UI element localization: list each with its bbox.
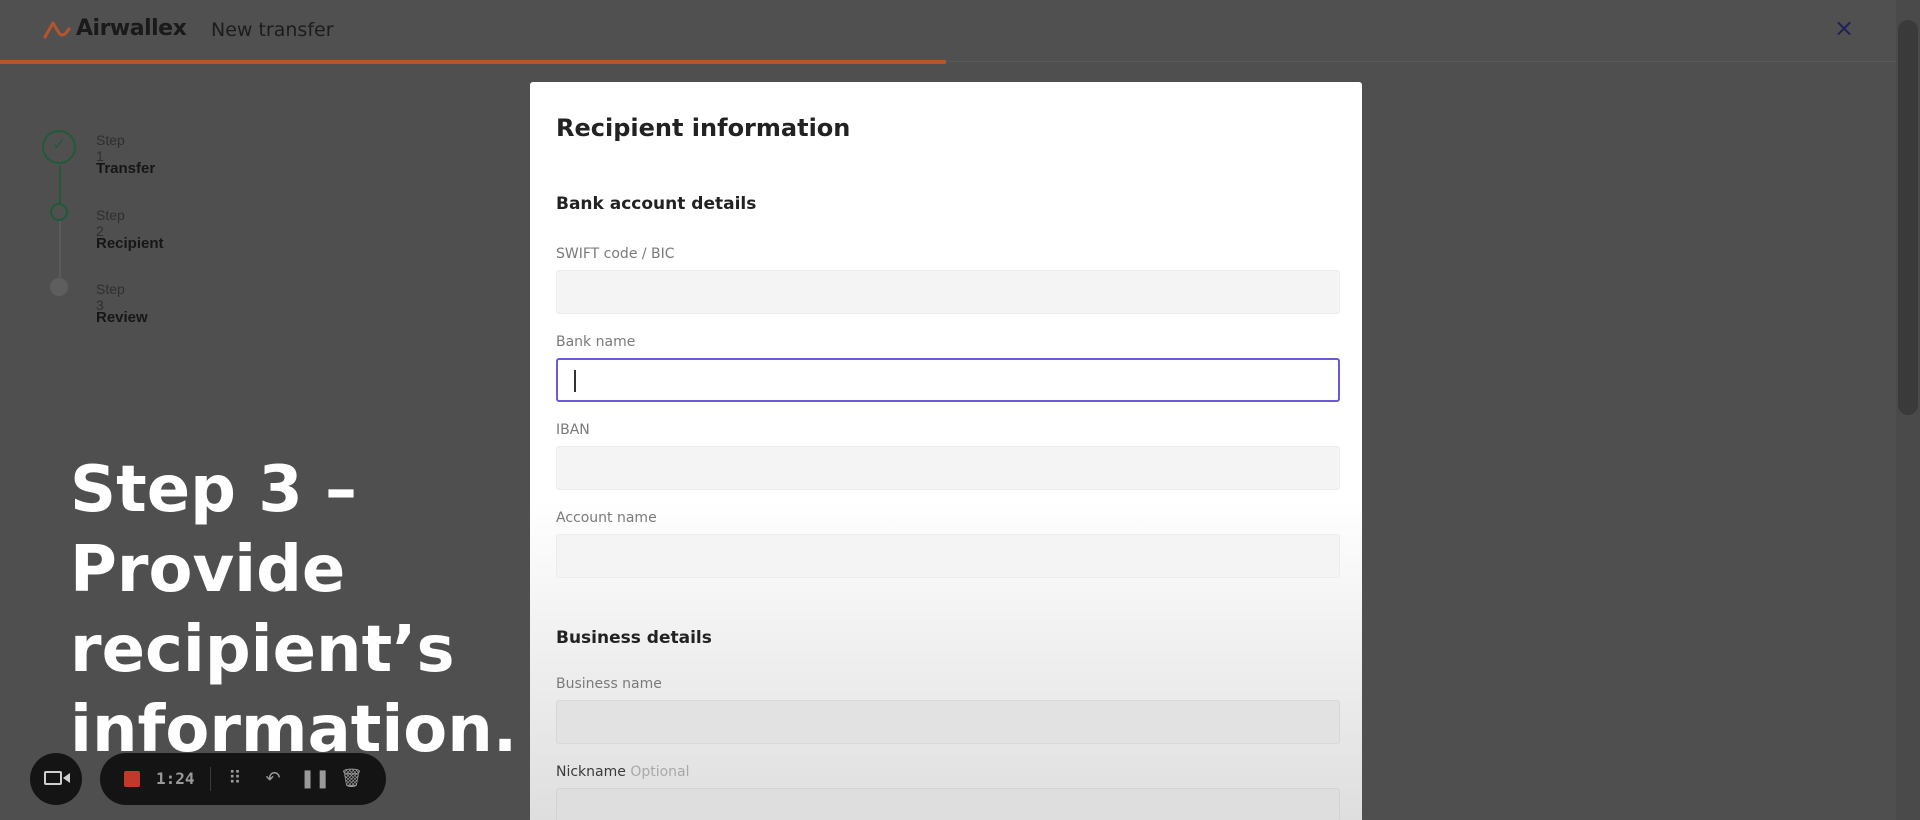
camera-button[interactable] — [30, 753, 82, 805]
check-icon: ✓ — [52, 135, 67, 155]
step-current-indicator — [50, 203, 68, 221]
modal-title: Recipient information — [556, 114, 851, 142]
nickname-input[interactable] — [556, 788, 1340, 820]
step-complete-indicator: ✓ — [42, 130, 76, 164]
page-title: New transfer — [211, 19, 334, 41]
caption-line: Step 3 – — [70, 453, 357, 527]
optional-hint: Optional — [630, 764, 690, 780]
scrollbar[interactable] — [1896, 0, 1920, 820]
airwallex-logo-icon — [43, 21, 71, 38]
account-name-input[interactable] — [556, 534, 1340, 578]
top-bar: Airwallex New transfer × — [0, 0, 1896, 62]
swift-input[interactable] — [556, 270, 1340, 314]
iban-label: IBAN — [556, 422, 590, 438]
pause-icon[interactable]: ❚❚ — [300, 767, 330, 791]
nickname-label: Nickname Optional — [556, 764, 690, 780]
caption-line: Provide — [70, 533, 346, 607]
undo-icon[interactable]: ↶ — [262, 767, 284, 791]
swift-label: SWIFT code / BIC — [556, 246, 675, 262]
brand-name: Airwallex — [76, 16, 187, 41]
close-icon[interactable]: × — [1832, 16, 1856, 40]
camera-lens-icon — [63, 773, 70, 783]
recorder-toolbar: 1:24 ⠿ ↶ ❚❚ 🗑 — [100, 753, 386, 805]
account-name-label: Account name — [556, 510, 657, 526]
bank-name-input[interactable] — [556, 358, 1340, 402]
trash-icon[interactable]: 🗑 — [340, 767, 363, 791]
business-section-title: Business details — [556, 628, 712, 648]
business-name-input[interactable] — [556, 700, 1340, 744]
step-name: Transfer — [96, 160, 156, 177]
tutorial-caption: Step 3 – Provide recipient’s information… — [70, 450, 517, 770]
grid-icon[interactable]: ⠿ — [224, 767, 246, 791]
business-name-label: Business name — [556, 676, 662, 692]
step-connector — [59, 221, 61, 278]
nickname-label-text: Nickname — [556, 764, 626, 780]
bank-section-title: Bank account details — [556, 194, 757, 214]
recipient-modal: Recipient information Bank account detai… — [530, 82, 1362, 820]
airwallex-logo[interactable]: Airwallex — [42, 16, 187, 41]
stop-icon[interactable] — [124, 771, 140, 787]
step-name: Review — [96, 309, 148, 326]
step-upcoming-indicator — [50, 278, 68, 296]
camera-icon — [44, 771, 62, 785]
scrollbar-thumb[interactable] — [1898, 20, 1918, 415]
step-connector — [59, 166, 61, 204]
recording-time: 1:24 — [156, 769, 195, 788]
divider — [210, 767, 211, 791]
text-caret — [574, 370, 576, 392]
step-name: Recipient — [96, 235, 164, 252]
bank-name-label: Bank name — [556, 334, 636, 350]
caption-line: recipient’s — [70, 613, 455, 687]
iban-input[interactable] — [556, 446, 1340, 490]
progress-bar — [0, 60, 946, 64]
